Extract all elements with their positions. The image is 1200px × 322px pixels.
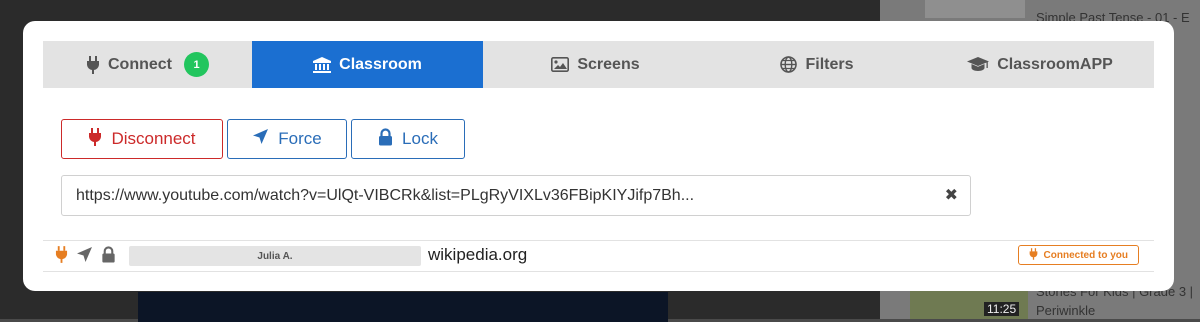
plug-icon xyxy=(1029,247,1038,263)
url-input[interactable]: https://www.youtube.com/watch?v=UlQt-VIB… xyxy=(61,175,971,216)
image-icon xyxy=(551,57,570,72)
disconnect-label: Disconnect xyxy=(111,129,196,148)
lock-label: Lock xyxy=(402,129,438,148)
tab-label: Classroom xyxy=(339,55,422,73)
tab-screens[interactable]: Screens xyxy=(483,41,708,88)
lock-button[interactable]: Lock xyxy=(351,119,465,159)
tab-label: Screens xyxy=(577,55,640,73)
location-arrow-icon xyxy=(76,246,93,268)
graduation-cap-icon xyxy=(967,57,990,72)
clear-icon[interactable]: ✖ xyxy=(945,185,958,205)
student-name: Julia A. xyxy=(129,246,421,266)
status-label: Connected to you xyxy=(1043,249,1128,261)
background-video-player xyxy=(138,292,668,322)
student-current-site: wikipedia.org xyxy=(428,245,528,264)
force-button[interactable]: Force xyxy=(227,119,347,159)
tab-classroom[interactable]: Classroom xyxy=(252,41,483,88)
plug-icon xyxy=(88,127,102,151)
disconnect-button[interactable]: Disconnect xyxy=(61,119,223,159)
connection-count-badge: 1 xyxy=(184,52,209,77)
student-row: Julia A. wikipedia.org Connected to you xyxy=(43,240,1154,272)
url-input-value: https://www.youtube.com/watch?v=UlQt-VIB… xyxy=(76,186,695,204)
plug-icon xyxy=(55,246,68,268)
tab-connect[interactable]: Connect 1 xyxy=(43,41,252,88)
student-status-icons xyxy=(55,246,116,268)
tab-filters[interactable]: Filters xyxy=(708,41,926,88)
globe-icon xyxy=(780,56,798,73)
bank-icon xyxy=(313,56,332,73)
tab-label: Connect xyxy=(108,55,172,73)
location-arrow-icon xyxy=(252,128,269,150)
tab-label: ClassroomAPP xyxy=(997,55,1113,73)
force-label: Force xyxy=(278,129,322,148)
status-badge: Connected to you xyxy=(1017,245,1139,265)
tab-classroomapp[interactable]: ClassroomAPP xyxy=(926,41,1154,88)
tab-label: Filters xyxy=(805,55,854,73)
background-channel-name: Periwinkle xyxy=(1036,303,1096,318)
background-video-duration: 11:25 xyxy=(984,302,1020,316)
classroom-modal: Connect 1 Classroom Screens Filters Clas… xyxy=(23,21,1174,291)
plug-icon xyxy=(86,55,100,74)
lock-icon xyxy=(101,246,116,268)
background-thumbnail xyxy=(925,0,1025,18)
lock-icon xyxy=(378,127,393,151)
tab-bar: Connect 1 Classroom Screens Filters Clas… xyxy=(43,41,1154,88)
